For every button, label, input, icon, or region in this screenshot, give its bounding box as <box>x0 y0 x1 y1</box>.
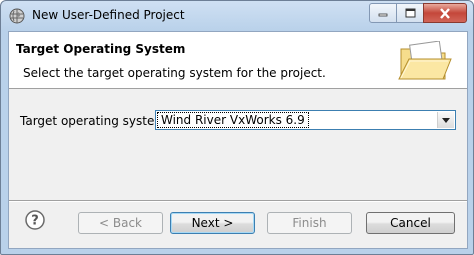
wizard-header: Target Operating System Select the targe… <box>9 32 467 89</box>
folder-open-icon <box>398 41 452 80</box>
minimize-icon <box>378 13 388 17</box>
dialog-window: New User-Defined Project Target Operatin… <box>0 0 474 255</box>
title-bar[interactable]: New User-Defined Project <box>1 1 473 31</box>
target-os-value: Wind River VxWorks 6.9 <box>157 112 309 128</box>
maximize-icon <box>405 8 415 18</box>
button-separator <box>9 200 467 202</box>
target-os-dropdown[interactable]: Wind River VxWorks 6.9 <box>155 110 456 130</box>
app-globe-icon <box>9 8 25 24</box>
chevron-down-icon <box>442 117 450 123</box>
back-button[interactable]: < Back <box>78 212 163 234</box>
next-button[interactable]: Next > <box>170 212 255 234</box>
window-title: New User-Defined Project <box>32 8 185 22</box>
finish-button[interactable]: Finish <box>267 212 352 234</box>
close-button[interactable] <box>423 3 467 23</box>
cancel-button[interactable]: Cancel <box>366 212 455 234</box>
dialog-content: Target Operating System Select the targe… <box>8 31 468 249</box>
close-icon <box>440 7 450 19</box>
dropdown-arrow[interactable] <box>437 112 454 128</box>
page-description: Select the target operating system for t… <box>23 66 326 80</box>
help-icon[interactable]: ? <box>25 210 45 230</box>
page-title: Target Operating System <box>16 42 186 56</box>
maximize-button[interactable] <box>396 3 424 23</box>
target-os-label: Target operating system: <box>20 114 171 128</box>
minimize-button[interactable] <box>369 3 397 23</box>
svg-text:?: ? <box>31 214 39 229</box>
